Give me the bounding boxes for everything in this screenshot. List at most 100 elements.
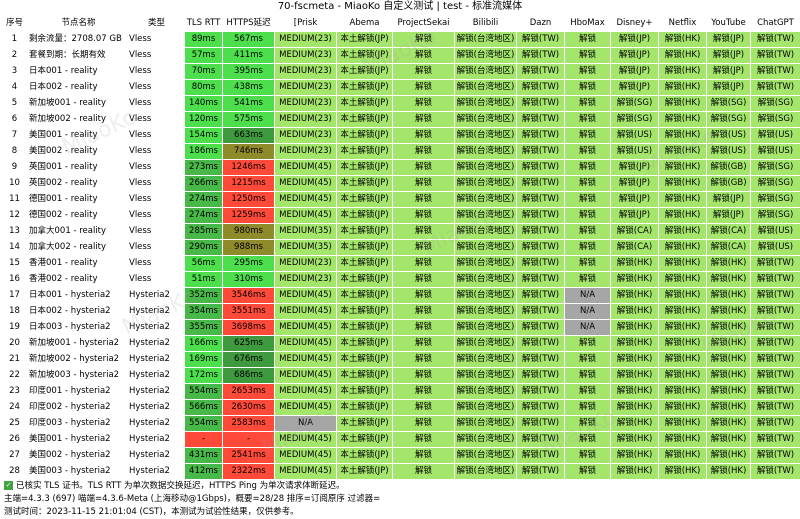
cell-name: 英国001 - reality bbox=[29, 160, 129, 176]
cell-type: Hysteria2 bbox=[129, 320, 185, 336]
cell-chatgpt: 解锁(TW) bbox=[751, 80, 800, 96]
cell-https: 1215ms bbox=[223, 176, 275, 192]
table-row: 20新加坡001 - hysteria2Hysteria2166ms625msM… bbox=[1, 336, 800, 352]
cell-https: 2541ms bbox=[223, 448, 275, 464]
cell-risk: MEDIUM(45) bbox=[275, 368, 337, 384]
cell-sekai: 解锁 bbox=[393, 448, 455, 464]
cell-abema: 本土解锁(JP) bbox=[337, 192, 393, 208]
cell-sekai: 解锁 bbox=[393, 160, 455, 176]
cell-netflix: 解锁(HK) bbox=[659, 304, 707, 320]
cell-bili: 解锁(台湾地区) bbox=[455, 288, 517, 304]
cell-idx: 11 bbox=[1, 192, 29, 208]
cell-youtube: 解锁(HK) bbox=[707, 416, 751, 432]
cell-https: 988ms bbox=[223, 240, 275, 256]
cell-youtube: 解锁(JP) bbox=[707, 208, 751, 224]
cell-bili: 解锁(台湾地区) bbox=[455, 96, 517, 112]
cell-bili: 解锁(台湾地区) bbox=[455, 32, 517, 48]
cell-type: Hysteria2 bbox=[129, 464, 185, 480]
table-row: 14加拿大002 - realityVless290ms988msMEDIUM(… bbox=[1, 240, 800, 256]
column-header: ProjectSekai bbox=[393, 15, 455, 32]
table-row: 19日本003 - hysteria2Hysteria2355ms3698msM… bbox=[1, 320, 800, 336]
cell-abema: 本土解锁(JP) bbox=[337, 208, 393, 224]
cell-chatgpt: 解锁(SG) bbox=[751, 208, 800, 224]
cell-hbo: 解锁 bbox=[565, 272, 611, 288]
cell-hbo: 解锁 bbox=[565, 128, 611, 144]
cell-rtt: 290ms bbox=[185, 240, 223, 256]
cell-disney: 解锁(HK) bbox=[611, 352, 659, 368]
cell-abema: 本土解锁(JP) bbox=[337, 64, 393, 80]
cell-disney: 解锁(HK) bbox=[611, 464, 659, 480]
cell-https: 1246ms bbox=[223, 160, 275, 176]
cell-idx: 5 bbox=[1, 96, 29, 112]
cell-type: Vless bbox=[129, 144, 185, 160]
cell-rtt: 266ms bbox=[185, 176, 223, 192]
cell-sekai: 解锁 bbox=[393, 352, 455, 368]
table-row: 10英国002 - realityVless266ms1215msMEDIUM(… bbox=[1, 176, 800, 192]
cell-chatgpt: 解锁(TW) bbox=[751, 64, 800, 80]
cell-sekai: 解锁 bbox=[393, 416, 455, 432]
cell-abema: 本土解锁(JP) bbox=[337, 304, 393, 320]
cell-abema: 本土解锁(JP) bbox=[337, 384, 393, 400]
cell-bili: 解锁(台湾地区) bbox=[455, 400, 517, 416]
cell-idx: 22 bbox=[1, 368, 29, 384]
cell-type: Hysteria2 bbox=[129, 304, 185, 320]
cell-netflix: 解锁(HK) bbox=[659, 448, 707, 464]
table-row: 2套餐到期：长期有效Vless57ms411msMEDIUM(23)本土解锁(J… bbox=[1, 48, 800, 64]
cell-type: Hysteria2 bbox=[129, 288, 185, 304]
cell-bili: 解锁(台湾地区) bbox=[455, 352, 517, 368]
cell-netflix: 解锁(HK) bbox=[659, 48, 707, 64]
cell-bili: 解锁(台湾地区) bbox=[455, 432, 517, 448]
cell-type: Hysteria2 bbox=[129, 336, 185, 352]
cell-idx: 16 bbox=[1, 272, 29, 288]
cell-idx: 4 bbox=[1, 80, 29, 96]
cell-dazn: 解锁(TW) bbox=[517, 384, 565, 400]
cell-type: Hysteria2 bbox=[129, 432, 185, 448]
cell-name: 剩余流量：2708.07 GB bbox=[29, 32, 129, 48]
cell-idx: 6 bbox=[1, 112, 29, 128]
cell-abema: 本土解锁(JP) bbox=[337, 144, 393, 160]
cell-disney: 解锁(HK) bbox=[611, 400, 659, 416]
cell-hbo: 解锁 bbox=[565, 208, 611, 224]
cell-https: 2583ms bbox=[223, 416, 275, 432]
cell-name: 新加坡002 - reality bbox=[29, 112, 129, 128]
cell-bili: 解锁(台湾地区) bbox=[455, 272, 517, 288]
cell-idx: 12 bbox=[1, 208, 29, 224]
cell-idx: 9 bbox=[1, 160, 29, 176]
cell-sekai: 解锁 bbox=[393, 400, 455, 416]
cell-youtube: 解锁(GB) bbox=[707, 160, 751, 176]
cell-netflix: 解锁(HK) bbox=[659, 224, 707, 240]
cell-risk: MEDIUM(23) bbox=[275, 128, 337, 144]
table-row: 4日本002 - realityVless80ms438msMEDIUM(23)… bbox=[1, 80, 800, 96]
cell-disney: 解锁(HK) bbox=[611, 368, 659, 384]
cell-https: 2653ms bbox=[223, 384, 275, 400]
cell-https: 663ms bbox=[223, 128, 275, 144]
cell-netflix: 解锁(HK) bbox=[659, 256, 707, 272]
cell-dazn: 解锁(TW) bbox=[517, 32, 565, 48]
cell-https: 676ms bbox=[223, 352, 275, 368]
cell-name: 日本002 - hysteria2 bbox=[29, 304, 129, 320]
cell-netflix: 解锁(HK) bbox=[659, 352, 707, 368]
cell-netflix: 解锁(HK) bbox=[659, 112, 707, 128]
check-icon: ✓ bbox=[4, 481, 13, 490]
cell-dazn: 解锁(TW) bbox=[517, 288, 565, 304]
cell-abema: 本土解锁(JP) bbox=[337, 224, 393, 240]
cell-chatgpt: 解锁(US) bbox=[751, 224, 800, 240]
cell-youtube: 解锁(CA) bbox=[707, 240, 751, 256]
cell-name: 新加坡003 - hysteria2 bbox=[29, 368, 129, 384]
cell-name: 新加坡002 - hysteria2 bbox=[29, 352, 129, 368]
cell-hbo: 解锁 bbox=[565, 400, 611, 416]
cell-bili: 解锁(台湾地区) bbox=[455, 64, 517, 80]
cell-name: 新加坡001 - hysteria2 bbox=[29, 336, 129, 352]
cell-chatgpt: 解锁(TW) bbox=[751, 320, 800, 336]
cell-risk: MEDIUM(23) bbox=[275, 96, 337, 112]
cell-disney: 解锁(SG) bbox=[611, 112, 659, 128]
cell-abema: 本土解锁(JP) bbox=[337, 336, 393, 352]
cell-netflix: 解锁(HK) bbox=[659, 32, 707, 48]
cell-name: 美国002 - reality bbox=[29, 144, 129, 160]
cell-type: Hysteria2 bbox=[129, 384, 185, 400]
cell-netflix: 解锁(HK) bbox=[659, 432, 707, 448]
cell-youtube: 解锁(GB) bbox=[707, 176, 751, 192]
cell-disney: 解锁(JP) bbox=[611, 64, 659, 80]
cell-disney: 解锁(HK) bbox=[611, 448, 659, 464]
cell-sekai: 解锁 bbox=[393, 288, 455, 304]
